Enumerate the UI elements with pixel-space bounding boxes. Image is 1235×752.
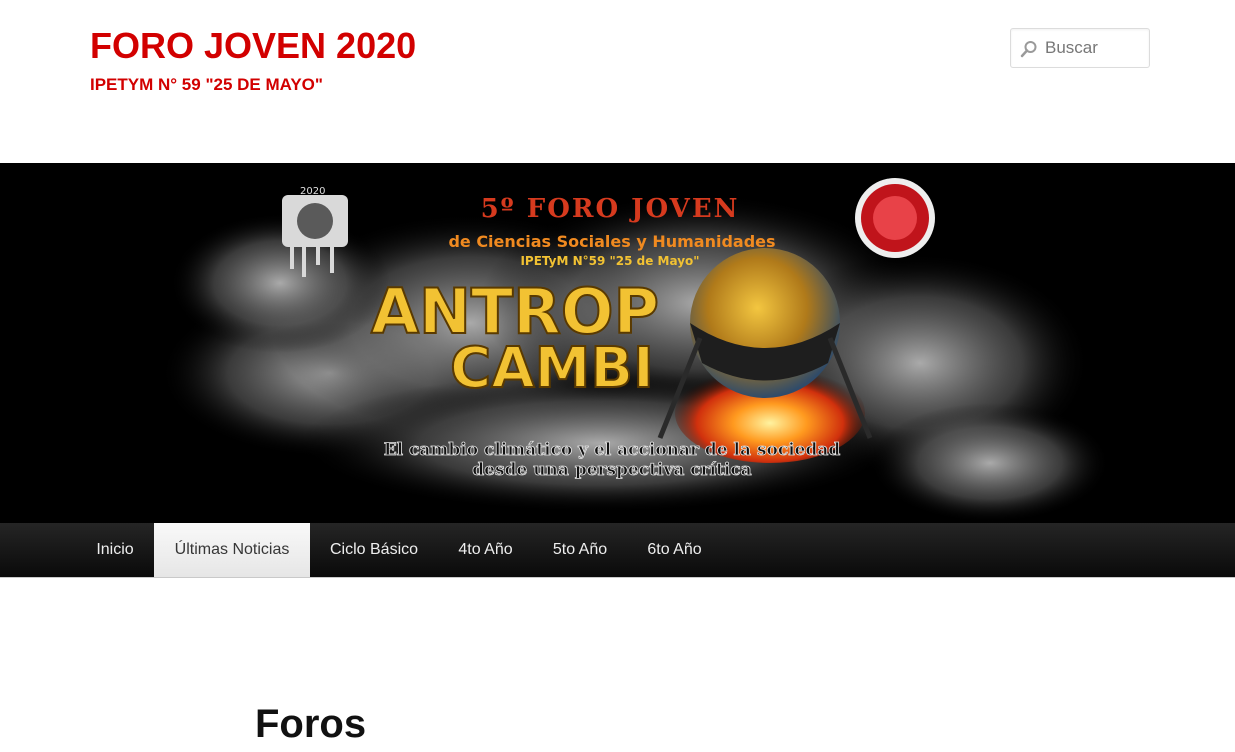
nav-item-inicio[interactable]: Inicio — [76, 523, 154, 577]
school-seal — [855, 178, 935, 258]
nav-item-5to-ano[interactable]: 5to Año — [533, 523, 627, 577]
site-header: FORO JOVEN 2020 IPETYM N° 59 "25 DE MAYO… — [0, 0, 1235, 163]
banner-title-line2: CAMBI — [450, 336, 654, 401]
banner-artwork: 2020 5º FORO JOVEN de Ciencias Sociales … — [0, 163, 1235, 523]
main-navigation: Inicio Últimas Noticias Ciclo Básico 4to… — [0, 523, 1235, 578]
banner-subtitle: de Ciencias Sociales y Humanidades — [448, 232, 775, 251]
banner-tagline-line1: El cambio climático y el accionar de la … — [384, 440, 841, 460]
search-icon — [1020, 41, 1037, 58]
banner-tagline-line2: desde una perspectiva crítica — [472, 460, 751, 480]
header-banner-image: 2020 5º FORO JOVEN de Ciencias Sociales … — [0, 163, 1235, 523]
banner-school: IPETyM N°59 "25 de Mayo" — [520, 254, 699, 268]
nav-item-6to-ano[interactable]: 6to Año — [627, 523, 722, 577]
site-description: IPETYM N° 59 "25 DE MAYO" — [90, 75, 323, 94]
page-title: Foros — [255, 702, 367, 746]
site-title[interactable]: FORO JOVEN 2020 — [90, 26, 416, 66]
nav-item-ciclo-basico[interactable]: Ciclo Básico — [310, 523, 438, 577]
banner-headline: 5º FORO JOVEN — [481, 194, 740, 224]
nav-item-4to-ano[interactable]: 4to Año — [438, 523, 533, 577]
search-input[interactable] — [1045, 29, 1145, 67]
search-form[interactable] — [1010, 28, 1150, 68]
nav-item-ultimas-noticias[interactable]: Últimas Noticias — [154, 523, 310, 577]
logo-caption: 2020 — [300, 186, 325, 197]
